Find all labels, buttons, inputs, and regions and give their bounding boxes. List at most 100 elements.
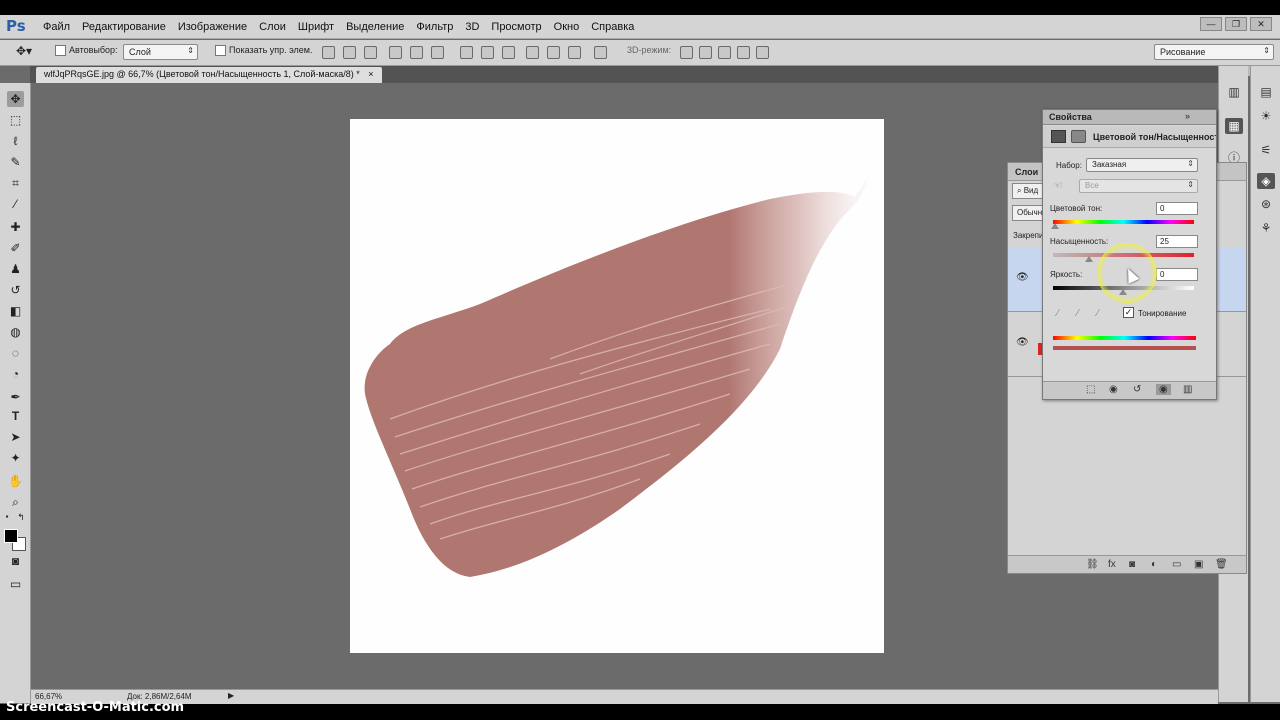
- adjustment-icon[interactable]: [1051, 130, 1066, 143]
- quick-select-tool-icon[interactable]: ✎: [7, 154, 24, 170]
- distribute-right-icon[interactable]: [568, 46, 581, 59]
- autoselect-checkbox[interactable]: Автовыбор:: [55, 45, 118, 57]
- clip-to-layer-icon[interactable]: ⬚: [1086, 384, 1095, 395]
- 3d-rotate-icon[interactable]: [680, 46, 693, 59]
- history-brush-tool-icon[interactable]: ↺: [7, 282, 24, 298]
- new-layer-icon[interactable]: ▣: [1194, 559, 1203, 570]
- pen-tool-icon[interactable]: ✒: [7, 389, 24, 405]
- collapse-icon[interactable]: »: [1185, 111, 1190, 121]
- distribute-vcenter-icon[interactable]: [481, 46, 494, 59]
- saturation-slider-thumb[interactable]: [1085, 256, 1093, 262]
- delete-adjustment-icon[interactable]: ▥: [1183, 384, 1192, 395]
- preset-select[interactable]: Заказная: [1086, 158, 1198, 172]
- reset-icon[interactable]: ↺: [1133, 384, 1141, 395]
- eyedropper-minus-icon[interactable]: ⁄: [1097, 308, 1099, 319]
- delete-layer-icon[interactable]: 🗑: [1215, 559, 1228, 570]
- histogram-panel-icon[interactable]: ▤: [1257, 84, 1275, 100]
- lightness-input[interactable]: 0: [1156, 268, 1198, 281]
- brush-tool-icon[interactable]: ✐: [7, 240, 24, 256]
- link-layers-icon[interactable]: ⛓: [1086, 559, 1099, 570]
- menu-image[interactable]: Изображение: [172, 21, 253, 33]
- hue-input[interactable]: 0: [1156, 202, 1198, 215]
- align-hcenter-icon[interactable]: [410, 46, 423, 59]
- adjustment-layer-icon[interactable]: ◐: [1151, 559, 1157, 570]
- channel-select[interactable]: Все: [1079, 179, 1198, 193]
- colorize-checkbox[interactable]: ✓: [1123, 307, 1134, 318]
- layer-style-icon[interactable]: fx: [1108, 559, 1116, 570]
- eraser-tool-icon[interactable]: ◧: [7, 303, 24, 319]
- eyedropper-plus-icon[interactable]: ⁄: [1077, 308, 1079, 319]
- 3d-pan-icon[interactable]: [718, 46, 731, 59]
- menu-help[interactable]: Справка: [585, 21, 640, 33]
- hue-slider[interactable]: [1053, 220, 1194, 224]
- align-vcenter-icon[interactable]: [343, 46, 356, 59]
- status-menu-arrow-icon[interactable]: ▶: [228, 691, 234, 700]
- menu-window[interactable]: Окно: [548, 21, 586, 33]
- add-mask-icon[interactable]: ◙: [1129, 559, 1135, 570]
- restore-button[interactable]: ❐: [1225, 17, 1247, 31]
- lasso-tool-icon[interactable]: ℓ: [7, 133, 24, 149]
- clone-stamp-tool-icon[interactable]: ♟: [7, 261, 24, 277]
- menu-layers[interactable]: Слои: [253, 21, 292, 33]
- align-top-icon[interactable]: [322, 46, 335, 59]
- eyedropper-icon[interactable]: ⁄: [1057, 308, 1059, 319]
- layers-panel-icon[interactable]: ◈: [1257, 173, 1275, 189]
- align-bottom-icon[interactable]: [364, 46, 377, 59]
- 3d-scale-icon[interactable]: [756, 46, 769, 59]
- autoselect-target-select[interactable]: Слой: [123, 44, 198, 60]
- distribute-left-icon[interactable]: [526, 46, 539, 59]
- path-select-tool-icon[interactable]: ➤: [7, 429, 24, 445]
- crop-tool-icon[interactable]: ⌗: [7, 175, 24, 191]
- menu-edit[interactable]: Редактирование: [76, 21, 172, 33]
- foreground-color-swatch[interactable]: [4, 529, 18, 543]
- close-button[interactable]: ✕: [1250, 17, 1272, 31]
- swap-colors-icon[interactable]: ↰: [16, 509, 26, 525]
- 3d-roll-icon[interactable]: [699, 46, 712, 59]
- properties-tab[interactable]: Свойства: [1049, 112, 1092, 122]
- move-tool-icon[interactable]: ✥▾: [16, 44, 32, 58]
- visibility-eye-icon[interactable]: 👁: [1016, 272, 1029, 283]
- marquee-tool-icon[interactable]: ⬚: [7, 112, 24, 128]
- layers-tab[interactable]: Слои: [1015, 167, 1038, 177]
- distribute-bottom-icon[interactable]: [502, 46, 515, 59]
- show-transform-checkbox[interactable]: Показать упр. элем.: [215, 45, 312, 57]
- view-previous-icon[interactable]: ◉: [1109, 384, 1118, 395]
- move-tool-icon[interactable]: ✥: [7, 91, 24, 107]
- align-left-icon[interactable]: [389, 46, 402, 59]
- close-document-icon[interactable]: ×: [368, 69, 373, 79]
- history-panel-icon[interactable]: ▥: [1225, 84, 1243, 100]
- type-tool-icon[interactable]: T: [7, 408, 24, 424]
- mask-icon[interactable]: [1071, 130, 1086, 143]
- hand-tool-icon[interactable]: ✋: [7, 473, 24, 489]
- new-group-icon[interactable]: ▭: [1172, 559, 1181, 570]
- auto-align-icon[interactable]: [594, 46, 607, 59]
- blur-tool-icon[interactable]: ◌: [7, 345, 24, 361]
- document-canvas[interactable]: [350, 119, 884, 653]
- hue-slider-thumb[interactable]: [1051, 223, 1059, 229]
- eyedropper-tool-icon[interactable]: ⁄: [7, 196, 24, 212]
- quick-mask-icon[interactable]: ◙: [7, 553, 24, 569]
- adjustments-panel-icon[interactable]: ☀: [1257, 108, 1275, 124]
- channels-panel-icon[interactable]: ⊛: [1257, 196, 1275, 212]
- default-colors-icon[interactable]: ▪: [2, 509, 12, 525]
- dodge-tool-icon[interactable]: ◔: [7, 366, 24, 382]
- menu-filter[interactable]: Фильтр: [410, 21, 459, 33]
- 3d-slide-icon[interactable]: [737, 46, 750, 59]
- zoom-tool-icon[interactable]: ⌕: [7, 494, 24, 510]
- on-image-adjust-icon[interactable]: ☜: [1053, 179, 1063, 192]
- menu-select[interactable]: Выделение: [340, 21, 410, 33]
- menu-type[interactable]: Шрифт: [292, 21, 340, 33]
- menu-file[interactable]: Файл: [37, 21, 76, 33]
- paths-panel-icon[interactable]: ⚘: [1257, 220, 1275, 236]
- distribute-hcenter-icon[interactable]: [547, 46, 560, 59]
- align-right-icon[interactable]: [431, 46, 444, 59]
- shape-tool-icon[interactable]: ✦: [7, 450, 24, 466]
- saturation-input[interactable]: 25: [1156, 235, 1198, 248]
- brush-settings-icon[interactable]: ⚟: [1257, 142, 1275, 158]
- paint-bucket-tool-icon[interactable]: ◍: [7, 324, 24, 340]
- properties-panel-icon[interactable]: ▦: [1225, 118, 1243, 134]
- screen-mode-icon[interactable]: ▭: [7, 576, 24, 592]
- minimize-button[interactable]: —: [1200, 17, 1222, 31]
- menu-3d[interactable]: 3D: [459, 21, 485, 33]
- visibility-eye-icon[interactable]: 👁: [1016, 337, 1029, 348]
